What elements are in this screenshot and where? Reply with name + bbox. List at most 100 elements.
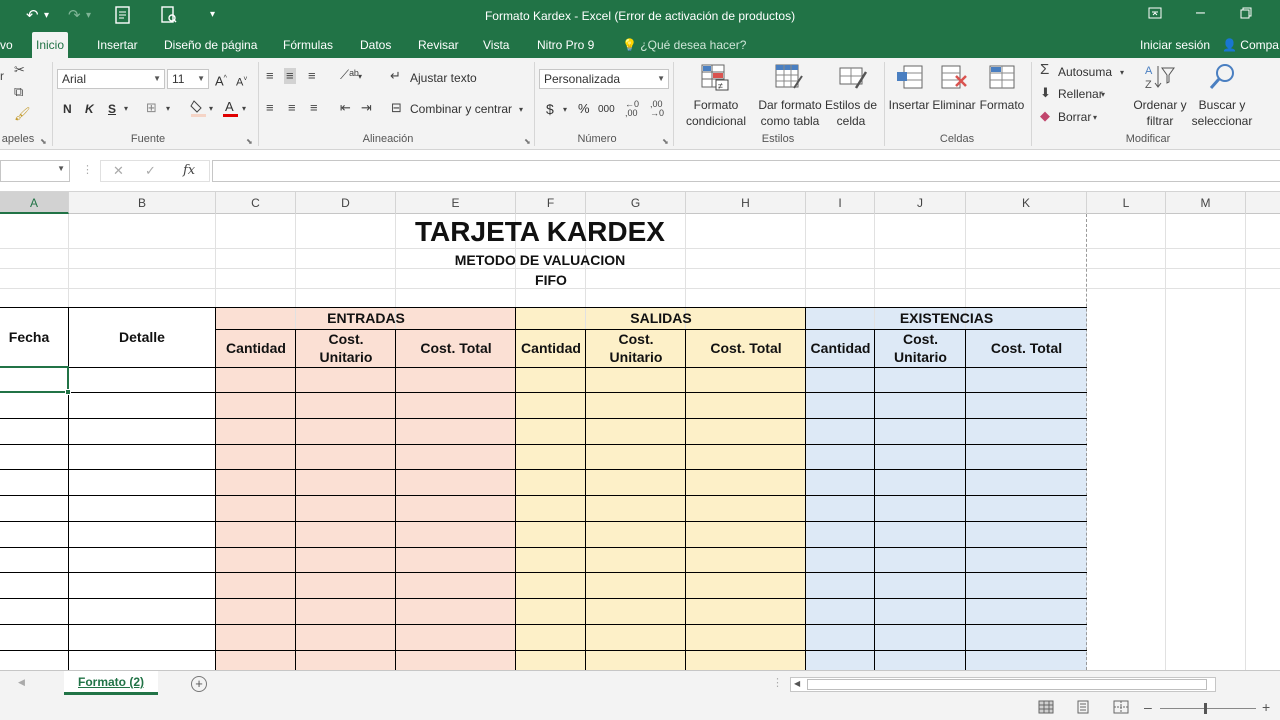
percent-button[interactable]: % — [578, 101, 590, 117]
sign-in-link[interactable]: Iniciar sesión — [1140, 32, 1210, 58]
column-header-m[interactable]: M — [1166, 192, 1246, 214]
autosum-button[interactable]: Autosuma — [1058, 64, 1112, 80]
active-cell-selection[interactable] — [0, 366, 71, 395]
tab-inicio[interactable]: Inicio — [32, 32, 69, 58]
share-button[interactable]: 👤 Compa — [1222, 32, 1279, 58]
currency-dropdown-icon[interactable]: ▾ — [563, 102, 567, 118]
restore-icon[interactable] — [1240, 7, 1252, 22]
orientation-icon[interactable]: ⟋ᵃᵇ — [340, 67, 359, 83]
clear-dropdown-icon[interactable]: ▾ — [1093, 110, 1097, 126]
tab-diseno-pagina[interactable]: Diseño de página — [160, 32, 261, 58]
fill-handle[interactable] — [65, 389, 71, 395]
clear-button[interactable]: Borrar — [1058, 109, 1091, 125]
align-left-icon[interactable]: ≡ — [266, 100, 274, 116]
tab-splitter-icon[interactable]: ⋮ — [772, 676, 783, 689]
font-size-select[interactable]: 11 ▼ — [167, 69, 209, 89]
font-name-select[interactable]: Arial ▼ — [57, 69, 165, 89]
tab-datos[interactable]: Datos — [356, 32, 395, 58]
font-launcher-icon[interactable]: ⬊ — [246, 137, 253, 146]
fill-dropdown-icon[interactable]: ▾ — [1101, 87, 1105, 103]
align-top-icon[interactable]: ≡ — [266, 68, 274, 84]
formula-input[interactable] — [212, 160, 1280, 182]
clipboard-launcher-icon[interactable]: ⬊ — [40, 137, 47, 146]
prev-sheet-icon[interactable]: ◀ — [18, 677, 25, 688]
cut-icon[interactable]: ✂ — [14, 62, 25, 78]
name-box[interactable]: ▼ — [0, 160, 70, 182]
merge-center-button[interactable]: Combinar y centrar — [410, 101, 512, 117]
page-layout-icon[interactable] — [1075, 700, 1091, 717]
bold-button[interactable]: N — [63, 101, 72, 117]
tab-vista[interactable]: Vista — [479, 32, 513, 58]
borders-icon[interactable]: ⊞ — [146, 100, 157, 116]
cancel-icon[interactable]: ✕ — [113, 163, 124, 179]
underline-button[interactable]: S — [108, 101, 116, 117]
underline-dropdown-icon[interactable]: ▾ — [124, 101, 128, 117]
align-bottom-icon[interactable]: ≡ — [308, 68, 316, 84]
increase-decimal-icon[interactable]: ←0,00 — [625, 100, 639, 118]
zoom-slider[interactable] — [1160, 703, 1256, 714]
alignment-launcher-icon[interactable]: ⬊ — [524, 137, 531, 146]
autosum-icon[interactable]: Σ — [1040, 62, 1049, 78]
number-launcher-icon[interactable]: ⬊ — [662, 137, 669, 146]
italic-button[interactable]: K — [85, 101, 94, 117]
tab-revisar[interactable]: Revisar — [414, 32, 463, 58]
borders-dropdown-icon[interactable]: ▾ — [166, 101, 170, 117]
orientation-dropdown-icon[interactable]: ▾ — [358, 69, 362, 85]
scroll-left-icon[interactable]: ◀ — [794, 679, 800, 688]
column-header-h[interactable]: H — [686, 192, 806, 214]
shrink-font-icon[interactable]: A˅ — [236, 72, 247, 91]
wrap-text-button[interactable]: Ajustar texto — [410, 70, 477, 86]
worksheet-grid[interactable]: TARJETA KARDEX METODO DE VALUACION FIFO … — [0, 214, 1280, 670]
decrease-decimal-icon[interactable]: ,00 →0 — [650, 100, 664, 118]
fill-color-icon[interactable] — [190, 98, 208, 122]
grow-font-icon[interactable]: A^ — [215, 71, 227, 89]
align-center-icon[interactable]: ≡ — [288, 100, 296, 116]
fill-down-icon[interactable]: ⬇ — [1040, 85, 1051, 101]
zoom-slider-thumb[interactable] — [1204, 703, 1207, 714]
thousands-button[interactable]: 000 — [598, 102, 615, 118]
new-sheet-icon[interactable]: + — [191, 676, 207, 692]
column-header-g[interactable]: G — [586, 192, 686, 214]
scrollbar-thumb[interactable] — [807, 679, 1207, 690]
tab-nitro[interactable]: Nitro Pro 9 — [533, 32, 598, 58]
increase-indent-icon[interactable]: ⇥ — [361, 100, 372, 116]
minimize-icon[interactable]: – — [1196, 4, 1205, 22]
paste-fragment[interactable]: r — [0, 68, 4, 84]
tab-insertar[interactable]: Insertar — [93, 32, 142, 58]
align-middle-icon[interactable]: ≡ — [284, 68, 296, 84]
zoom-out-icon[interactable]: – — [1144, 699, 1152, 715]
column-header-k[interactable]: K — [966, 192, 1087, 214]
normal-view-icon[interactable] — [1038, 700, 1054, 717]
horizontal-scrollbar[interactable]: ◀ — [790, 677, 1216, 692]
zoom-in-icon[interactable]: + — [1262, 699, 1270, 715]
column-header-c[interactable]: C — [216, 192, 296, 214]
enter-icon[interactable]: ✓ — [145, 163, 156, 179]
autosum-dropdown-icon[interactable]: ▾ — [1120, 65, 1124, 81]
insert-function-icon[interactable]: fx — [183, 163, 195, 178]
wrap-text-icon[interactable]: ↵ — [390, 68, 401, 84]
fill-color-dropdown-icon[interactable]: ▾ — [209, 101, 213, 117]
merge-center-icon[interactable]: ⊟ — [391, 100, 402, 116]
column-header-e[interactable]: E — [396, 192, 516, 214]
page-break-preview-icon[interactable] — [1113, 700, 1129, 717]
copy-icon[interactable]: ⧉ — [14, 84, 23, 100]
eraser-icon[interactable]: ◆ — [1040, 108, 1050, 124]
decrease-indent-icon[interactable]: ⇤ — [340, 100, 351, 116]
font-color-dropdown-icon[interactable]: ▾ — [242, 101, 246, 117]
column-header-f[interactable]: F — [516, 192, 586, 214]
number-format-select[interactable]: Personalizada ▼ — [539, 69, 669, 89]
column-header-l[interactable]: L — [1087, 192, 1166, 214]
sheet-tab-formato-2[interactable]: Formato (2) — [64, 671, 158, 695]
column-header-d[interactable]: D — [296, 192, 396, 214]
tell-me-box[interactable]: 💡 ¿Qué desea hacer? — [622, 32, 746, 58]
font-color-icon[interactable]: A — [222, 98, 240, 122]
tab-formulas[interactable]: Fórmulas — [279, 32, 337, 58]
tab-archivo[interactable]: vo — [0, 32, 17, 58]
currency-button[interactable]: $ — [546, 101, 554, 117]
fill-button[interactable]: Rellenar — [1058, 86, 1103, 102]
merge-dropdown-icon[interactable]: ▾ — [519, 102, 523, 118]
column-header-b[interactable]: B — [69, 192, 216, 214]
column-header-a[interactable]: A — [0, 192, 69, 214]
ribbon-display-icon[interactable] — [1148, 7, 1162, 22]
align-right-icon[interactable]: ≡ — [310, 100, 318, 116]
